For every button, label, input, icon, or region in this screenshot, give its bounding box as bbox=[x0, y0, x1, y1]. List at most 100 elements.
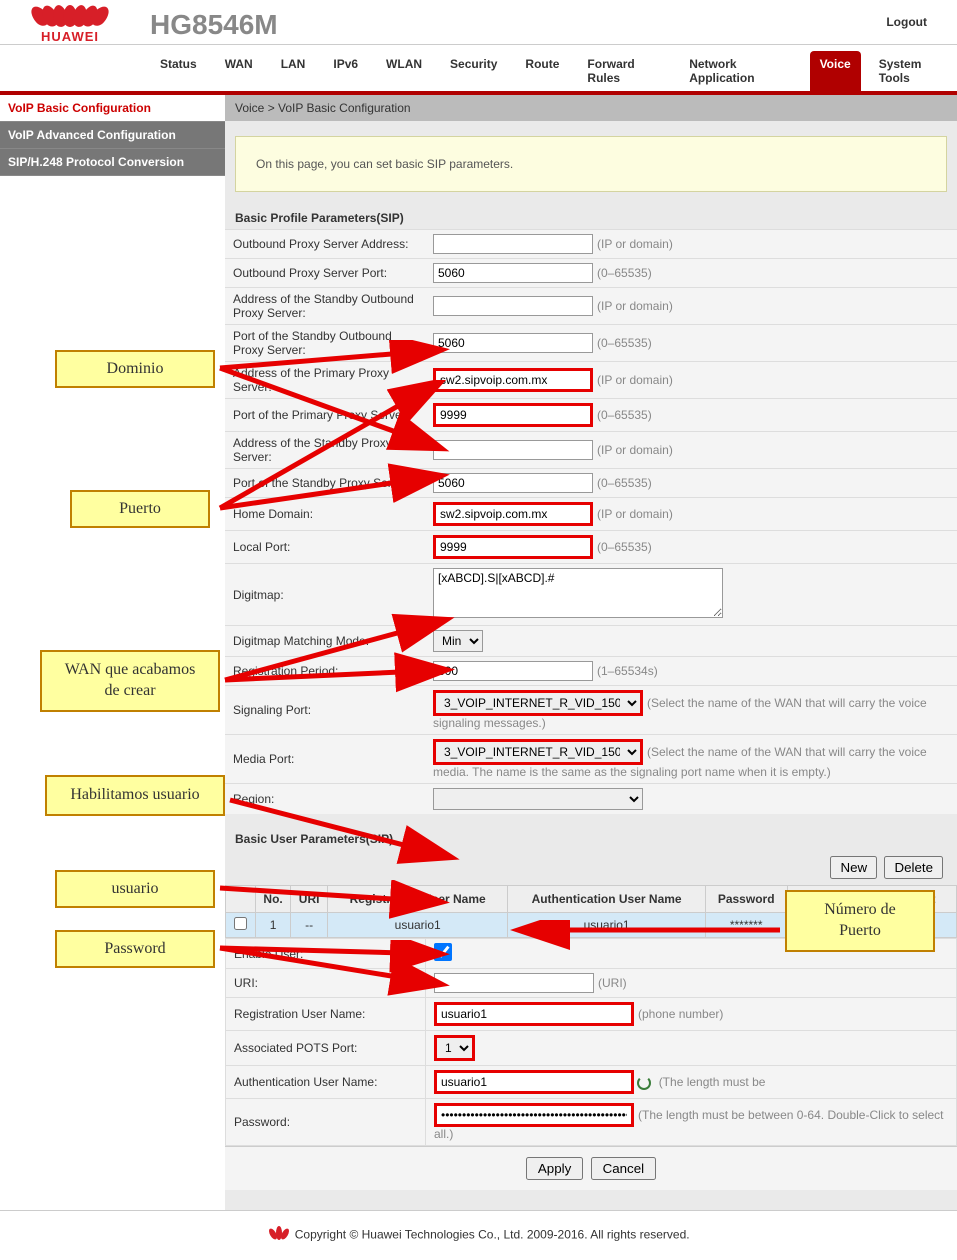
local-port-hint: (0–65535) bbox=[597, 540, 652, 554]
uri-input[interactable] bbox=[434, 973, 594, 993]
media-port-select[interactable]: 3_VOIP_INTERNET_R_VID_1503 bbox=[433, 739, 643, 765]
th-pwd: Password bbox=[705, 886, 787, 913]
pots-port-label: Associated POTS Port: bbox=[226, 1031, 426, 1066]
standby-port-label: Port of the Standby Proxy Server: bbox=[225, 469, 425, 498]
region-select[interactable] bbox=[433, 788, 643, 810]
standby-outbound-addr-hint: (IP or domain) bbox=[597, 299, 673, 313]
refresh-icon[interactable] bbox=[637, 1076, 651, 1090]
primary-port-input[interactable] bbox=[433, 403, 593, 427]
section-basic-profile: Basic Profile Parameters(SIP) bbox=[225, 207, 957, 229]
auth-user-input[interactable] bbox=[434, 1070, 634, 1094]
user-row-auth[interactable]: usuario1 bbox=[508, 913, 706, 938]
nav-systools[interactable]: System Tools bbox=[869, 51, 957, 91]
th-reg: Registration User Name bbox=[328, 886, 508, 913]
standby-port-input[interactable] bbox=[433, 473, 593, 493]
standby-addr-hint: (IP or domain) bbox=[597, 443, 673, 457]
nav-status[interactable]: Status bbox=[150, 51, 207, 91]
primary-addr-hint: (IP or domain) bbox=[597, 373, 673, 387]
annotation-numero-puerto: Número de Puerto bbox=[785, 890, 935, 952]
model-title: HG8546M bbox=[150, 9, 278, 41]
primary-addr-input[interactable] bbox=[433, 368, 593, 392]
standby-addr-input[interactable] bbox=[433, 440, 593, 460]
standby-port-hint: (0–65535) bbox=[597, 476, 652, 490]
delete-button[interactable]: Delete bbox=[884, 856, 943, 879]
th-auth: Authentication User Name bbox=[508, 886, 706, 913]
nav-wlan[interactable]: WLAN bbox=[376, 51, 432, 91]
nav-netapp[interactable]: Network Application bbox=[679, 51, 801, 91]
th-uri: URI bbox=[291, 886, 328, 913]
standby-outbound-port-label: Port of the Standby Outbound Proxy Serve… bbox=[225, 325, 425, 362]
primary-addr-label: Address of the Primary Proxy Server: bbox=[225, 362, 425, 399]
enable-user-checkbox[interactable] bbox=[434, 943, 452, 961]
footer: Copyright © Huawei Technologies Co., Ltd… bbox=[0, 1210, 957, 1260]
nav-security[interactable]: Security bbox=[440, 51, 507, 91]
outbound-addr-label: Outbound Proxy Server Address: bbox=[225, 230, 425, 259]
user-row-reg[interactable]: usuario1 bbox=[328, 913, 508, 938]
reg-user-hint: (phone number) bbox=[638, 1007, 723, 1021]
content-area: Voice > VoIP Basic Configuration On this… bbox=[225, 95, 957, 1210]
nav-bar: Status WAN LAN IPv6 WLAN Security Route … bbox=[0, 44, 957, 95]
new-button[interactable]: New bbox=[830, 856, 877, 879]
annotation-usuario: usuario bbox=[55, 870, 215, 908]
outbound-addr-hint: (IP or domain) bbox=[597, 237, 673, 251]
annotation-puerto: Puerto bbox=[70, 490, 210, 528]
local-port-input[interactable] bbox=[433, 535, 593, 559]
nav-voice[interactable]: Voice bbox=[810, 51, 861, 91]
footer-logo-icon bbox=[267, 1225, 291, 1246]
apply-button[interactable]: Apply bbox=[526, 1157, 583, 1180]
user-row-no[interactable]: 1 bbox=[256, 913, 291, 938]
standby-outbound-port-hint: (0–65535) bbox=[597, 336, 652, 350]
auth-user-hint: (The length must be bbox=[659, 1075, 766, 1089]
annotation-wan: WAN que acabamos de crear bbox=[40, 650, 220, 712]
cancel-button[interactable]: Cancel bbox=[591, 1157, 657, 1180]
signaling-port-label: Signaling Port: bbox=[225, 686, 425, 735]
nav-forward[interactable]: Forward Rules bbox=[577, 51, 671, 91]
app-header: HUAWEI HG8546M Logout bbox=[0, 0, 957, 44]
standby-outbound-addr-input[interactable] bbox=[433, 296, 593, 316]
digitmap-mode-select[interactable]: Min bbox=[433, 630, 483, 652]
annotation-habilitamos: Habilitamos usuario bbox=[45, 775, 225, 816]
signaling-port-select[interactable]: 3_VOIP_INTERNET_R_VID_1503 bbox=[433, 690, 643, 716]
home-domain-label: Home Domain: bbox=[225, 498, 425, 531]
logout-link[interactable]: Logout bbox=[886, 15, 927, 29]
huawei-logo: HUAWEI bbox=[20, 5, 120, 44]
standby-addr-label: Address of the Standby Proxy Server: bbox=[225, 432, 425, 469]
region-label: Region: bbox=[225, 784, 425, 815]
sidebar-voip-basic[interactable]: VoIP Basic Configuration bbox=[0, 95, 225, 122]
th-checkbox bbox=[226, 886, 256, 913]
user-row-uri[interactable]: -- bbox=[291, 913, 328, 938]
nav-wan[interactable]: WAN bbox=[215, 51, 263, 91]
media-port-label: Media Port: bbox=[225, 735, 425, 784]
section-basic-user: Basic User Parameters(SIP) bbox=[225, 828, 957, 850]
local-port-label: Local Port: bbox=[225, 531, 425, 564]
primary-port-label: Port of the Primary Proxy Server: bbox=[225, 399, 425, 432]
pwd-label: Password: bbox=[226, 1099, 426, 1146]
th-no: No. bbox=[256, 886, 291, 913]
outbound-port-label: Outbound Proxy Server Port: bbox=[225, 259, 425, 288]
standby-outbound-port-input[interactable] bbox=[433, 333, 593, 353]
user-row-checkbox[interactable] bbox=[234, 917, 247, 930]
nav-route[interactable]: Route bbox=[515, 51, 569, 91]
uri-hint: (URI) bbox=[598, 976, 627, 990]
sidebar-voip-advanced[interactable]: VoIP Advanced Configuration bbox=[0, 122, 225, 149]
primary-port-hint: (0–65535) bbox=[597, 408, 652, 422]
reg-user-input[interactable] bbox=[434, 1002, 634, 1026]
sidebar-sip-h248[interactable]: SIP/H.248 Protocol Conversion bbox=[0, 149, 225, 176]
standby-outbound-addr-label: Address of the Standby Outbound Proxy Se… bbox=[225, 288, 425, 325]
digitmap-label: Digitmap: bbox=[225, 564, 425, 626]
info-box: On this page, you can set basic SIP para… bbox=[235, 136, 947, 192]
home-domain-input[interactable] bbox=[433, 502, 593, 526]
user-row-pwd[interactable]: ******* bbox=[705, 913, 787, 938]
pwd-input[interactable] bbox=[434, 1103, 634, 1127]
digitmap-mode-label: Digitmap Matching Mode: bbox=[225, 626, 425, 657]
reg-user-label: Registration User Name: bbox=[226, 998, 426, 1031]
nav-ipv6[interactable]: IPv6 bbox=[323, 51, 368, 91]
user-detail-form: Enable User: URI: (URI) Registration Use… bbox=[225, 938, 957, 1146]
outbound-port-input[interactable] bbox=[433, 263, 593, 283]
annotation-password: Password bbox=[55, 930, 215, 968]
nav-lan[interactable]: LAN bbox=[271, 51, 316, 91]
pots-port-select[interactable]: 1 bbox=[434, 1035, 475, 1061]
reg-period-input[interactable] bbox=[433, 661, 593, 681]
outbound-addr-input[interactable] bbox=[433, 234, 593, 254]
digitmap-textarea[interactable]: [xABCD].S|[xABCD].# bbox=[433, 568, 723, 618]
